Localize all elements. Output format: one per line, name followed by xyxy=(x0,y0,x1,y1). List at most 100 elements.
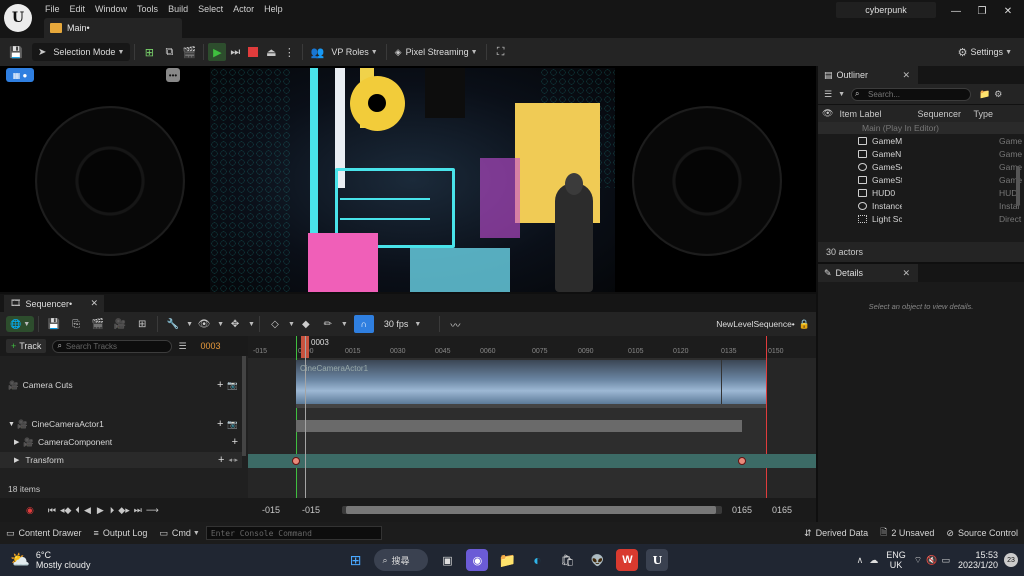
lang-uk[interactable]: UK xyxy=(886,560,906,570)
loop-icon[interactable]: ⟶ xyxy=(146,505,159,516)
eye-icon[interactable]: 👁 xyxy=(193,315,215,333)
outliner-root-row[interactable]: Main (Play In Editor) xyxy=(818,122,1024,134)
world-dropdown[interactable]: 🌐 ▼ xyxy=(6,316,35,332)
volume-icon[interactable]: 🔇 xyxy=(926,555,937,566)
track-transform[interactable]: ▶ Transform + ◂◦▸ xyxy=(0,452,242,468)
blueprint-icon[interactable]: ⧉ xyxy=(159,43,179,61)
range-end-line[interactable] xyxy=(766,336,767,498)
cinematics-icon[interactable]: 🎬 xyxy=(179,43,199,61)
clock-date[interactable]: 2023/1/20 xyxy=(958,560,998,570)
visibility-eye-icon[interactable]: 👁 xyxy=(822,108,833,119)
add-icon[interactable]: + xyxy=(218,454,224,466)
snap-magnet-icon[interactable]: ∩ xyxy=(353,315,374,333)
track-camera-cuts[interactable]: 🎥 Camera Cuts + 📷 xyxy=(0,372,242,398)
add-icon[interactable]: + xyxy=(232,436,238,448)
next-frame-icon[interactable]: ⏵ xyxy=(110,505,115,516)
transform-track-lane[interactable] xyxy=(248,454,816,468)
tab-details[interactable]: ✎ Details ✕ xyxy=(818,264,918,282)
pixel-streaming-dropdown[interactable]: ◈ Pixel Streaming ▼ xyxy=(395,47,478,58)
key-nav-icon[interactable]: ◂◦▸ xyxy=(228,456,238,464)
expand-arrow-icon[interactable]: ▼ xyxy=(8,421,15,428)
vp-roles-dropdown[interactable]: VP Roles ▼ xyxy=(331,47,377,57)
menu-actor[interactable]: Actor xyxy=(228,4,259,14)
viewport-menu-icon[interactable]: ••• xyxy=(166,68,180,82)
vp-roles-icon[interactable]: 👥 xyxy=(307,43,327,61)
lang-eng[interactable]: ENG xyxy=(886,550,906,560)
list-item[interactable]: HUD0 HUD xyxy=(818,186,1024,199)
add-actor-icon[interactable]: ⊞ xyxy=(139,43,159,61)
wrench-icon[interactable]: 🔧 xyxy=(162,315,184,333)
list-item[interactable]: GameN Game xyxy=(818,147,1024,160)
time-ruler[interactable]: -015 0000 0015 0030 0045 0060 0075 0090 … xyxy=(248,336,816,358)
track-cine-camera-actor[interactable]: ▼ 🎥 CineCameraActor1 + 📷 xyxy=(0,416,242,432)
lock-icon[interactable]: 🔒 xyxy=(799,319,810,330)
source-control-button[interactable]: ⊘ Source Control xyxy=(940,522,1024,544)
taskbar-search[interactable]: ⌕ 搜尋 xyxy=(374,549,429,571)
viewport-options-icon[interactable]: ▦ ● xyxy=(6,68,34,82)
expand-arrow-icon[interactable]: ▶ xyxy=(14,438,19,446)
windows-start-icon[interactable]: ⊞ xyxy=(344,549,366,571)
find-asset-icon[interactable]: ⎘ xyxy=(65,315,87,333)
wps-icon[interactable]: W xyxy=(616,549,639,571)
record-icon[interactable]: ◉ xyxy=(26,505,34,516)
column-item-label[interactable]: Item Label xyxy=(839,109,905,119)
output-log-button[interactable]: ≡ Output Log xyxy=(88,522,154,544)
stop-icon[interactable] xyxy=(244,43,262,61)
list-item[interactable]: GameM Game xyxy=(818,134,1024,147)
gear-icon[interactable]: ⚙ xyxy=(994,89,1002,100)
cmd-dropdown[interactable]: ▭ Cmd ▼ xyxy=(153,522,205,544)
clapper-icon[interactable]: 🎥 xyxy=(109,315,131,333)
list-item[interactable]: GameSeGame xyxy=(818,160,1024,173)
key-icon[interactable]: ◇ xyxy=(264,315,286,333)
play-range-start[interactable]: -015 xyxy=(302,505,332,515)
add-folder-icon[interactable]: 📁 xyxy=(979,89,990,100)
close-button[interactable]: ✕ xyxy=(994,2,1022,20)
clock-time[interactable]: 15:53 xyxy=(958,550,998,560)
level-viewport[interactable]: ▦ ● ••• xyxy=(0,66,816,292)
key-filled-icon[interactable]: ◆ xyxy=(295,315,317,333)
column-type[interactable]: Type xyxy=(973,109,993,119)
skip-frame-icon[interactable]: ⏭ xyxy=(226,43,244,61)
track-scrollbar[interactable] xyxy=(242,356,246,456)
expand-arrow-icon[interactable]: ▶ xyxy=(14,456,19,464)
menu-window[interactable]: Window xyxy=(90,4,132,14)
prev-frame-icon[interactable]: ⏴ xyxy=(75,505,80,516)
unsaved-button[interactable]: 🗎 2 Unsaved xyxy=(874,522,940,544)
camera-cut-clip[interactable]: CineCameraActor1 xyxy=(296,360,766,404)
menu-edit[interactable]: Edit xyxy=(65,4,91,14)
play-options-icon[interactable]: ⋮ xyxy=(280,43,298,61)
filter-icon[interactable]: ☰ xyxy=(178,341,186,352)
timeline-area[interactable]: -015 0000 0015 0030 0045 0060 0075 0090 … xyxy=(248,336,816,498)
list-item[interactable]: Instance Instar xyxy=(818,199,1024,212)
tab-sequencer[interactable]: 🎞 Sequencer• ✕ xyxy=(4,295,104,312)
weather-widget[interactable]: ⛅ 6°C Mostly cloudy xyxy=(10,550,90,570)
grid-icon[interactable]: ⊞ xyxy=(131,315,153,333)
wifi-icon[interactable]: ⌔ xyxy=(914,555,922,566)
prev-key-icon[interactable]: ◂◆ xyxy=(60,505,71,516)
next-key-icon[interactable]: ◆▸ xyxy=(118,505,129,516)
unreal-engine-icon[interactable]: U xyxy=(646,549,669,571)
camera-icon[interactable]: 📷 xyxy=(227,380,238,391)
close-icon[interactable]: ✕ xyxy=(902,268,910,279)
camera-icon[interactable]: 📷 xyxy=(227,419,238,430)
tab-outliner[interactable]: ▤ Outliner ✕ xyxy=(818,66,918,84)
unreal-logo-icon[interactable]: U xyxy=(4,4,32,32)
jump-end-icon[interactable]: ⏭ xyxy=(134,505,142,516)
network-status-icon[interactable]: ☁ xyxy=(869,555,878,566)
task-view-icon[interactable]: ▣ xyxy=(436,549,458,571)
content-drawer-button[interactable]: ▭ Content Drawer xyxy=(0,522,88,544)
fps-dropdown[interactable]: 30 fps ▼ xyxy=(384,319,421,329)
multi-user-icon[interactable]: ⛶ xyxy=(491,43,511,61)
actor-section-bar[interactable] xyxy=(296,420,742,432)
menu-file[interactable]: File xyxy=(40,4,65,14)
console-input[interactable]: Enter Console Command xyxy=(205,526,382,540)
play-range-end[interactable]: 0165 xyxy=(732,505,772,515)
timeline-scrollbar[interactable] xyxy=(342,506,722,514)
tab-main[interactable]: Main• xyxy=(44,18,182,38)
current-frame[interactable]: 0003 xyxy=(201,341,221,351)
settings-button[interactable]: ⚙ Settings ▼ xyxy=(958,46,1012,59)
eject-icon[interactable]: ⏏ xyxy=(262,43,280,61)
close-icon[interactable]: ✕ xyxy=(90,298,98,309)
filter-icon[interactable]: ☰ xyxy=(824,89,832,100)
notification-badge[interactable]: 23 xyxy=(1004,553,1018,567)
